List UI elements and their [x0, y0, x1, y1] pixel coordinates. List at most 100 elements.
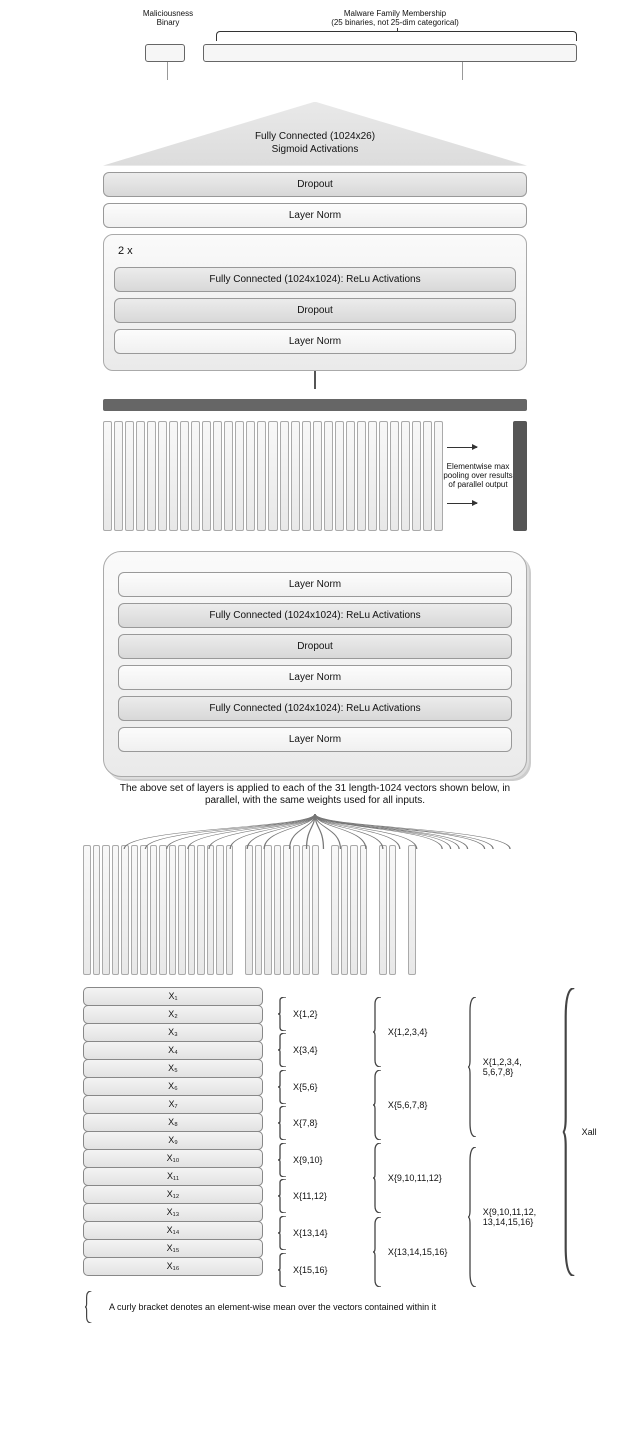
- x-base-row: X₁₁: [83, 1167, 263, 1186]
- parallel-output-slot: [291, 421, 300, 531]
- curly-brace-icon: [467, 1147, 479, 1287]
- brackets-level-2: X{1,2}X{3,4}X{5,6}X{7,8}X{9,10}X{11,12}X…: [277, 987, 358, 1277]
- fanout-lines: [103, 814, 527, 849]
- vector-slot: [293, 845, 301, 975]
- vector-slot: [216, 845, 224, 975]
- vector-slot: [245, 845, 253, 975]
- output-labels-row: Maliciousness Binary Malware Family Memb…: [8, 10, 622, 28]
- x-base-row: X₁₅: [83, 1239, 263, 1258]
- footer-text: A curly bracket denotes an element-wise …: [109, 1302, 436, 1312]
- parallel-output-slot: [268, 421, 277, 531]
- max-pool-label: Elementwise max pooling over results of …: [443, 462, 513, 489]
- x-base-row: X₅: [83, 1059, 263, 1078]
- vector-slot: [83, 845, 91, 975]
- curly-brace-icon: [83, 1291, 95, 1323]
- curly-brace-icon: [277, 1253, 289, 1287]
- parallel-output-slot: [434, 421, 443, 531]
- master-stem: [314, 371, 316, 389]
- vector-slot: [188, 845, 196, 975]
- bracket-pair: X{1,2}: [277, 997, 358, 1031]
- inspector-ln-1: Layer Norm: [118, 572, 512, 597]
- parallel-output-slot: [158, 421, 167, 531]
- vector-slot: [283, 845, 291, 975]
- vector-slot: [131, 845, 139, 975]
- hierarchy-section: X₁X₂X₃X₄X₅X₆X₇X₈X₉X₁₀X₁₁X₁₂X₁₃X₁₄X₁₅X₁₆ …: [83, 987, 602, 1277]
- brackets-level-4: X{1,2,3,4, 5,6,7,8} X{9,10,11,12, 13,14,1…: [467, 987, 548, 1277]
- fc-head-triangle: Fully Connected (1024x26) Sigmoid Activa…: [103, 102, 527, 166]
- vector-slot: [102, 845, 110, 975]
- vector-slot: [159, 845, 167, 975]
- parallel-output-slot: [335, 421, 344, 531]
- x-base-row: X₁₆: [83, 1257, 263, 1276]
- vector-slot: [197, 845, 205, 975]
- quad-label: X{5,6,7,8}: [388, 1100, 428, 1110]
- parallel-output-slot: [390, 421, 399, 531]
- master-repeat-dropout: Dropout: [114, 298, 516, 323]
- x-base-row: X₁₃: [83, 1203, 263, 1222]
- x-base-row: X₁: [83, 987, 263, 1006]
- parallel-output-slot: [280, 421, 289, 531]
- parallel-output-slot: [114, 421, 123, 531]
- parallel-output-slot: [357, 421, 366, 531]
- vector-slot: [150, 845, 158, 975]
- pair-label: X{11,12}: [293, 1191, 327, 1201]
- x-base-row: X₃: [83, 1023, 263, 1042]
- oct-label: X{9,10,11,12, 13,14,15,16}: [483, 1207, 536, 1227]
- parallel-output-slot: [257, 421, 266, 531]
- parallel-output-slot: [379, 421, 388, 531]
- bracket-oct: X{1,2,3,4, 5,6,7,8}: [467, 997, 548, 1137]
- parallel-output-slot: [103, 421, 112, 531]
- arrow-to-pool-top: [447, 447, 477, 448]
- parallel-output-slot: [125, 421, 134, 531]
- x-base-row: X₈: [83, 1113, 263, 1132]
- label-maliciousness: Maliciousness Binary: [123, 10, 213, 28]
- pair-label: X{15,16}: [293, 1265, 328, 1275]
- inspector-fc-1: Fully Connected (1024x1024): ReLu Activa…: [118, 603, 512, 628]
- bracket-quad: X{9,10,11,12}: [372, 1143, 453, 1213]
- parallel-output-row: Elementwise max pooling over results of …: [103, 421, 527, 531]
- max-pool-result-bar: [513, 421, 527, 531]
- inspector-ln-2: Layer Norm: [118, 665, 512, 690]
- label-malware-family: Malware Family Membership (25 binaries, …: [213, 10, 577, 28]
- pair-label: X{13,14}: [293, 1228, 328, 1238]
- pair-label: X{3,4}: [293, 1045, 318, 1055]
- parallel-output-slot: [147, 421, 156, 531]
- footer-legend: A curly bracket denotes an element-wise …: [83, 1291, 622, 1323]
- fc-head-text: Fully Connected (1024x26) Sigmoid Activa…: [103, 130, 527, 156]
- vector-slot: [169, 845, 177, 975]
- parallel-output-slot: [224, 421, 233, 531]
- parallel-output-slot: [313, 421, 322, 531]
- master-dropout: Dropout: [103, 172, 527, 197]
- pair-label: X{9,10}: [293, 1155, 323, 1165]
- curly-brace-icon: [277, 1033, 289, 1067]
- quad-label: X{13,14,15,16}: [388, 1247, 448, 1257]
- x-base-row: X₇: [83, 1095, 263, 1114]
- vector-slot: [341, 845, 349, 975]
- inspector-ln-3: Layer Norm: [118, 727, 512, 752]
- parallel-output-slot: [136, 421, 145, 531]
- bracket-pair: X{13,14}: [277, 1216, 358, 1250]
- pair-label: X{7,8}: [293, 1118, 318, 1128]
- vector-slot: [408, 845, 416, 975]
- curly-brace-icon: [372, 1143, 384, 1213]
- vector-slot: [274, 845, 282, 975]
- vector-slot: [178, 845, 186, 975]
- curly-brace-icon: [372, 1217, 384, 1287]
- vector-slot: [360, 845, 368, 975]
- vector-slot: [93, 845, 101, 975]
- master-fc-block: Fully Connected (1024x1024): ReLu Activa…: [114, 267, 516, 292]
- parallel-output-slot: [191, 421, 200, 531]
- curly-brace-icon: [277, 1143, 289, 1177]
- x-base-row: X₉: [83, 1131, 263, 1150]
- curly-brace-icon: [277, 1106, 289, 1140]
- parallel-output-slot: [169, 421, 178, 531]
- x-base-stack: X₁X₂X₃X₄X₅X₆X₇X₈X₉X₁₀X₁₁X₁₂X₁₃X₁₄X₁₅X₁₆: [83, 987, 263, 1277]
- bracket-pair: X{15,16}: [277, 1253, 358, 1287]
- vector-group-8: [245, 845, 319, 975]
- curly-brace-icon: [372, 997, 384, 1067]
- curly-brace-icon: [562, 988, 578, 1276]
- inspector-section: Inspector Layer Norm Fully Connected (10…: [8, 551, 622, 777]
- vector-slot: [350, 845, 358, 975]
- parallel-output-slot: [235, 421, 244, 531]
- pair-label: X{1,2}: [293, 1009, 318, 1019]
